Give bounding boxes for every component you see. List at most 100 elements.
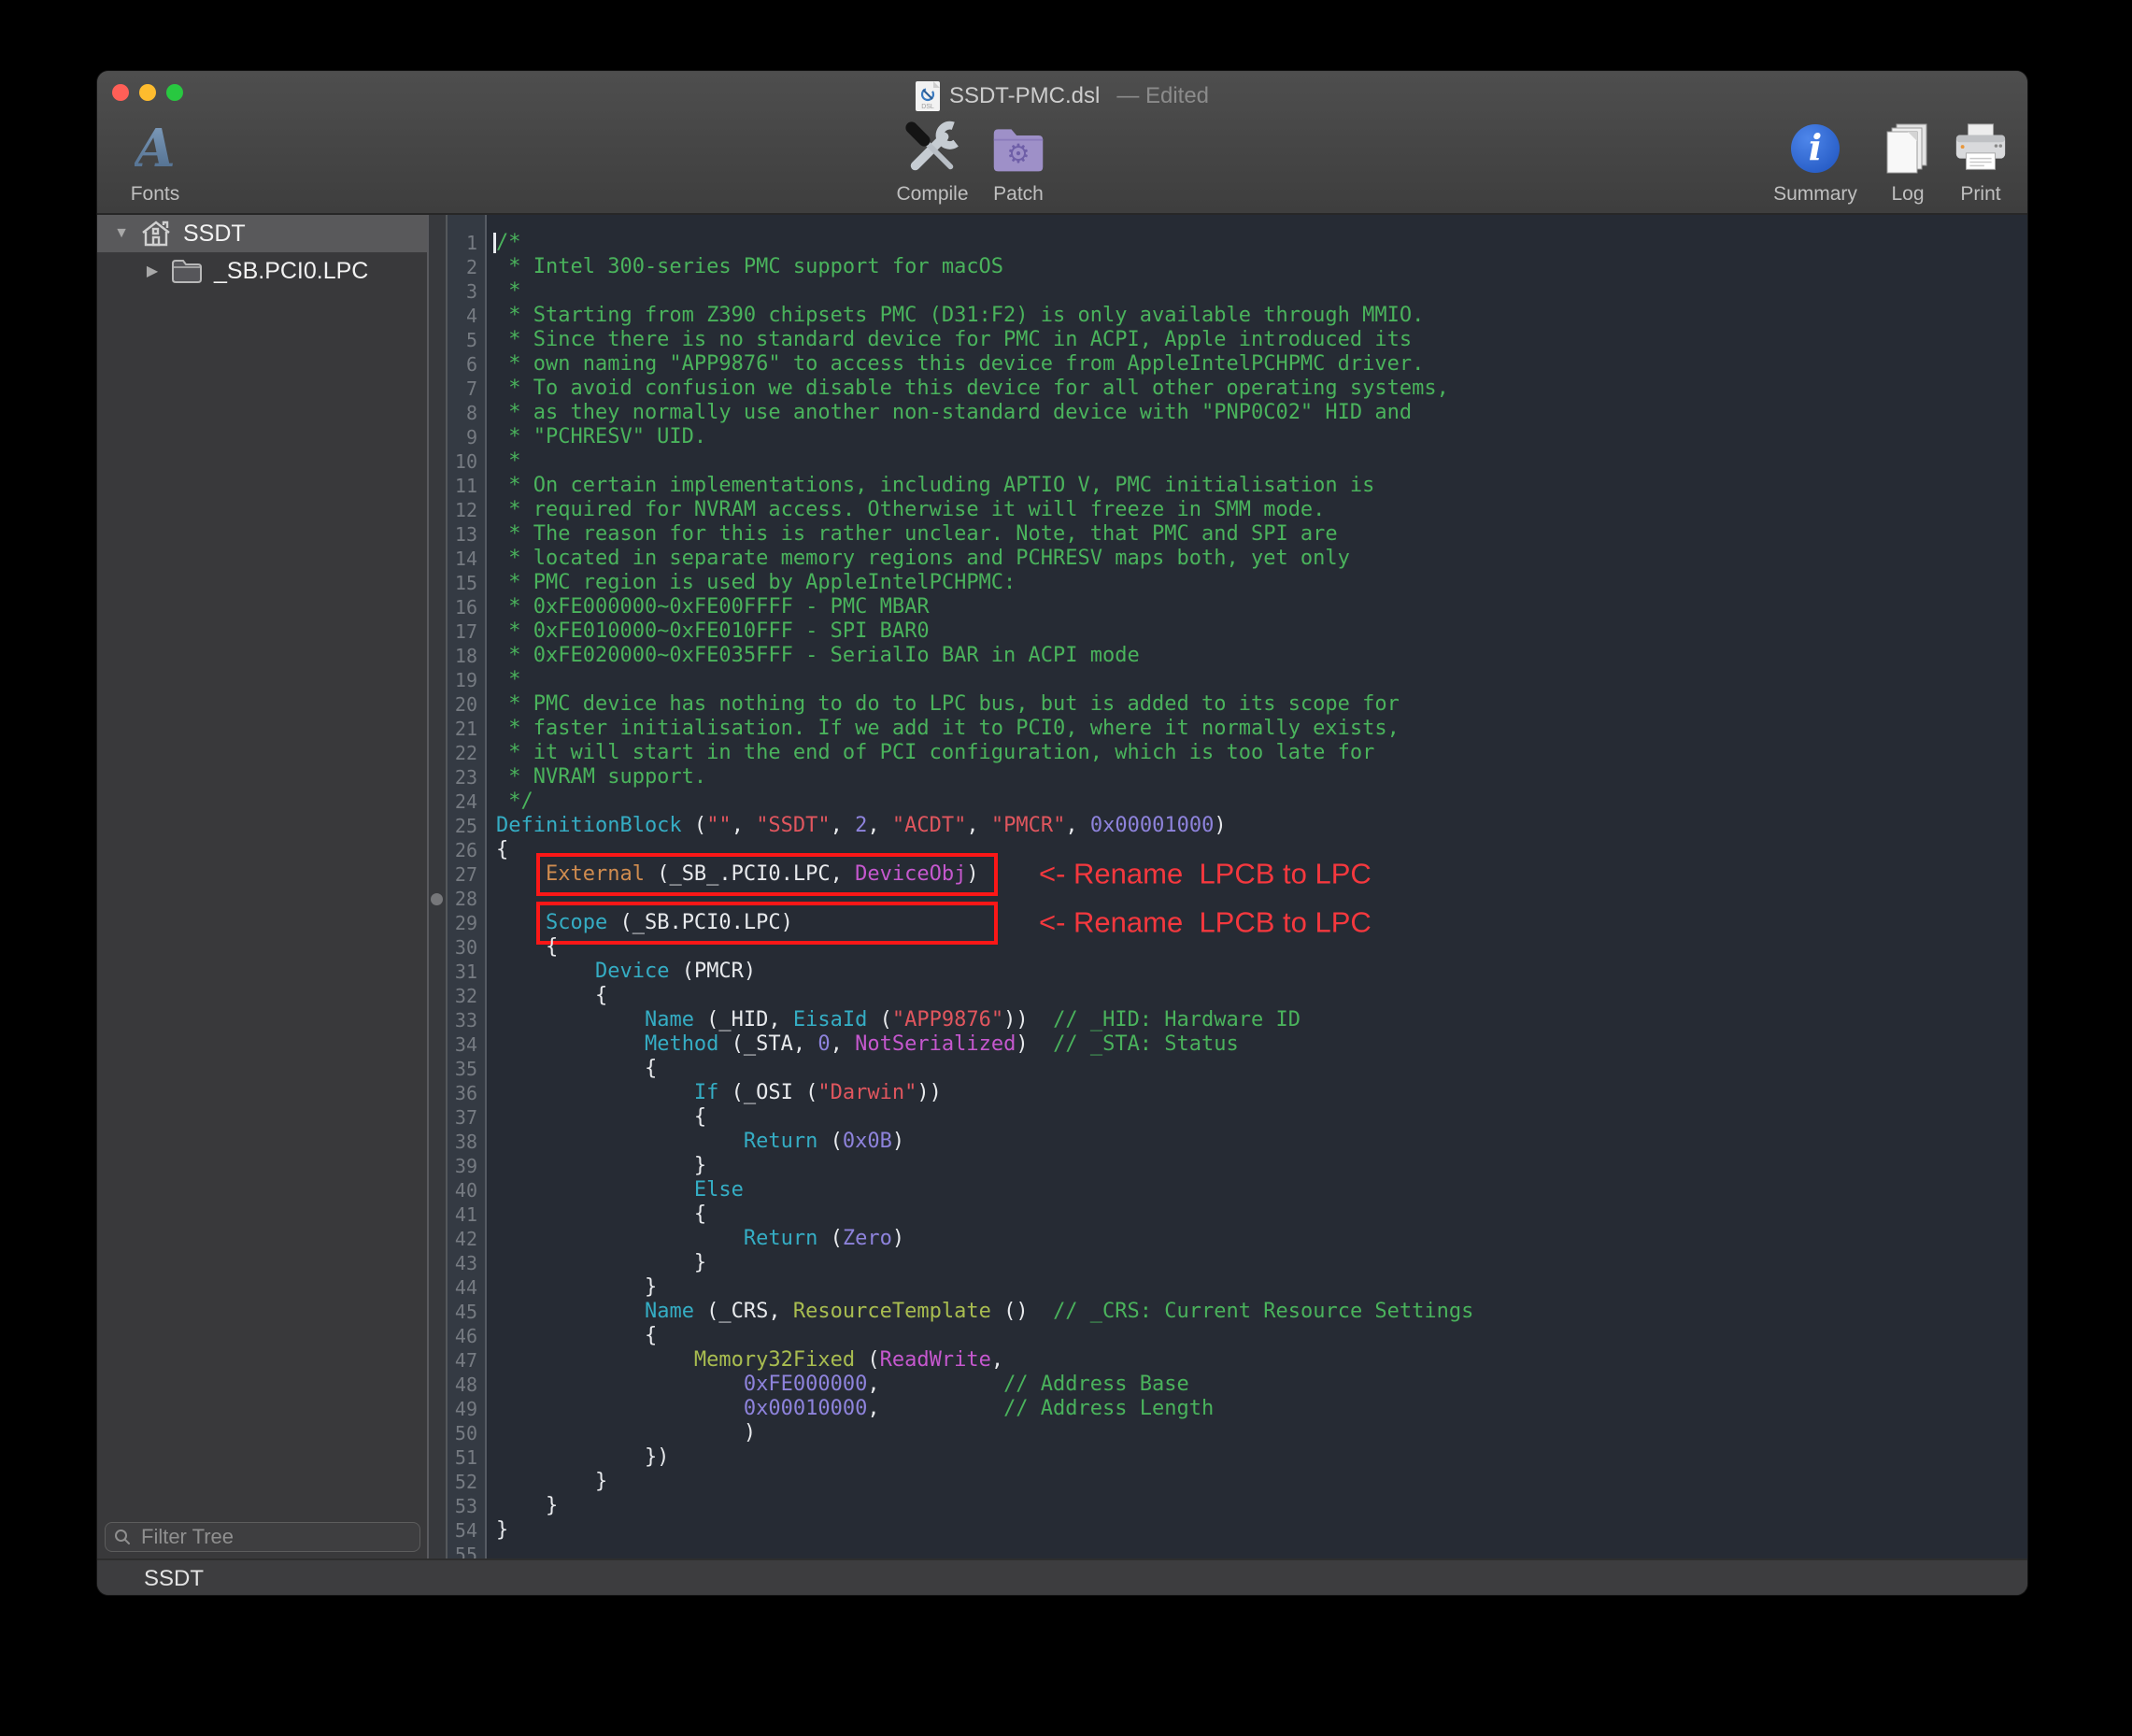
line-number: 9 <box>429 425 486 449</box>
code-line[interactable]: 39 } <box>429 1154 2027 1178</box>
zoom-button[interactable] <box>166 84 183 101</box>
code-text: * Starting from Z390 chipsets PMC (D31:F… <box>486 304 2027 328</box>
code-editor[interactable]: 1/*2 * Intel 300-series PMC support for … <box>429 215 2027 1558</box>
log-label: Log <box>1891 183 1924 206</box>
code-line[interactable]: 47 Memory32Fixed (ReadWrite, <box>429 1348 2027 1373</box>
code-line[interactable]: 40 Else <box>429 1178 2027 1202</box>
fonts-label: Fonts <box>131 183 180 206</box>
code-line[interactable]: 49 0x00010000, // Address Length <box>429 1397 2027 1421</box>
line-number: 35 <box>429 1057 486 1081</box>
code-line[interactable]: 33 Name (_HID, EisaId ("APP9876")) // _H… <box>429 1008 2027 1032</box>
code-line[interactable]: 15 * PMC region is used by AppleIntelPCH… <box>429 571 2027 595</box>
svg-text:⚙: ⚙ <box>1006 138 1030 169</box>
code-text: { <box>486 1202 2027 1227</box>
code-line[interactable]: 54} <box>429 1518 2027 1543</box>
code-line[interactable]: 25DefinitionBlock ("", "SSDT", 2, "ACDT"… <box>429 814 2027 838</box>
line-number: 10 <box>429 449 486 474</box>
code-line[interactable]: 19 * <box>429 668 2027 692</box>
code-line[interactable]: 37 { <box>429 1105 2027 1130</box>
code-line[interactable]: 22 * it will start in the end of PCI con… <box>429 741 2027 765</box>
code-text: */ <box>486 790 2027 814</box>
line-number: 38 <box>429 1130 486 1154</box>
code-line[interactable]: 46 { <box>429 1324 2027 1348</box>
code-line[interactable]: 31 Device (PMCR) <box>429 960 2027 984</box>
code-line[interactable]: 35 { <box>429 1057 2027 1081</box>
filter-field[interactable] <box>105 1522 420 1552</box>
code-line[interactable]: 4 * Starting from Z390 chipsets PMC (D31… <box>429 304 2027 328</box>
code-lines[interactable]: 1/*2 * Intel 300-series PMC support for … <box>429 215 2027 1558</box>
code-line[interactable]: 3 * <box>429 279 2027 304</box>
line-number: 43 <box>429 1251 486 1275</box>
code-text: * faster initialisation. If we add it to… <box>486 717 2027 741</box>
log-button[interactable]: Log <box>1870 118 1945 206</box>
fonts-button[interactable]: A Fonts <box>110 118 200 206</box>
code-line[interactable]: 20 * PMC device has nothing to do to LPC… <box>429 692 2027 717</box>
code-line[interactable]: 9 * "PCHRESV" UID. <box>429 425 2027 449</box>
code-line[interactable]: 5 * Since there is no standard device fo… <box>429 328 2027 352</box>
code-line[interactable]: 24 */ <box>429 790 2027 814</box>
code-line[interactable]: 44 } <box>429 1275 2027 1300</box>
line-number: 45 <box>429 1300 486 1324</box>
patch-button[interactable]: ⚙ Patch <box>972 118 1065 206</box>
code-line[interactable]: 30 { <box>429 935 2027 960</box>
code-line[interactable]: 53 } <box>429 1494 2027 1518</box>
line-number: 42 <box>429 1227 486 1251</box>
filter-input[interactable] <box>139 1524 412 1550</box>
code-line[interactable]: 18 * 0xFE020000~0xFE035FFF - SerialIo BA… <box>429 644 2027 668</box>
code-line[interactable]: 27 External (_SB_.PCI0.LPC, DeviceObj)<-… <box>429 862 2027 887</box>
code-line[interactable]: 41 { <box>429 1202 2027 1227</box>
line-number: 24 <box>429 790 486 814</box>
code-line[interactable]: 10 * <box>429 449 2027 474</box>
code-line[interactable]: 7 * To avoid confusion we disable this d… <box>429 377 2027 401</box>
code-line[interactable]: 50 ) <box>429 1421 2027 1445</box>
compile-button[interactable]: Compile <box>880 118 985 206</box>
code-text: } <box>486 1275 2027 1300</box>
print-label: Print <box>1960 183 2000 206</box>
code-line[interactable]: 32 { <box>429 984 2027 1008</box>
line-number: 17 <box>429 619 486 644</box>
code-line[interactable]: 8 * as they normally use another non-sta… <box>429 401 2027 425</box>
code-line[interactable]: 1/* <box>429 231 2027 255</box>
code-line[interactable]: 51 }) <box>429 1445 2027 1470</box>
code-line[interactable]: 42 Return (Zero) <box>429 1227 2027 1251</box>
code-line[interactable]: 17 * 0xFE010000~0xFE010FFF - SPI BAR0 <box>429 619 2027 644</box>
sidebar-item--sb-pci0-lpc[interactable]: ▶_SB.PCI0.LPC <box>97 252 427 290</box>
code-line[interactable]: 55 <box>429 1543 2027 1558</box>
code-line[interactable]: 2 * Intel 300-series PMC support for mac… <box>429 255 2027 279</box>
line-number: 52 <box>429 1470 486 1494</box>
code-line[interactable]: 23 * NVRAM support. <box>429 765 2027 790</box>
chevron-down-icon[interactable]: ▼ <box>110 225 133 242</box>
code-line[interactable]: 6 * own naming "APP9876" to access this … <box>429 352 2027 377</box>
code-text: * required for NVRAM access. Otherwise i… <box>486 498 2027 522</box>
minimize-button[interactable] <box>139 84 156 101</box>
code-line[interactable]: 34 Method (_STA, 0, NotSerialized) // _S… <box>429 1032 2027 1057</box>
code-line[interactable]: 36 If (_OSI ("Darwin")) <box>429 1081 2027 1105</box>
code-line[interactable]: 21 * faster initialisation. If we add it… <box>429 717 2027 741</box>
sidebar-item-ssdt[interactable]: ▼ SSDT <box>97 215 427 252</box>
line-number: 5 <box>429 328 486 352</box>
line-number: 48 <box>429 1373 486 1397</box>
code-text: Return (Zero) <box>486 1227 2027 1251</box>
code-line[interactable]: 45 Name (_CRS, ResourceTemplate () // _C… <box>429 1300 2027 1324</box>
code-line[interactable]: 13 * The reason for this is rather uncle… <box>429 522 2027 547</box>
line-number: 50 <box>429 1421 486 1445</box>
line-number: 2 <box>429 255 486 279</box>
close-button[interactable] <box>112 84 129 101</box>
code-line[interactable]: 43 } <box>429 1251 2027 1275</box>
chevron-right-icon[interactable]: ▶ <box>141 262 163 280</box>
code-line[interactable]: 11 * On certain implementations, includi… <box>429 474 2027 498</box>
code-line[interactable]: 48 0xFE000000, // Address Base <box>429 1373 2027 1397</box>
code-line[interactable]: 14 * located in separate memory regions … <box>429 547 2027 571</box>
code-line[interactable]: 29 Scope (_SB.PCI0.LPC)<- Rename LPCB to… <box>429 911 2027 935</box>
line-number: 47 <box>429 1348 486 1373</box>
tree-item-label: SSDT <box>183 221 246 248</box>
code-line[interactable]: 38 Return (0x0B) <box>429 1130 2027 1154</box>
code-text: Name (_CRS, ResourceTemplate () // _CRS:… <box>486 1300 2027 1324</box>
code-line[interactable]: 16 * 0xFE000000~0xFE00FFFF - PMC MBAR <box>429 595 2027 619</box>
code-line[interactable]: 12 * required for NVRAM access. Otherwis… <box>429 498 2027 522</box>
summary-button[interactable]: i Summary <box>1764 118 1867 206</box>
print-button[interactable]: Print <box>1939 118 2023 206</box>
code-text: } <box>486 1518 2027 1543</box>
code-line[interactable]: 52 } <box>429 1470 2027 1494</box>
status-text: SSDT <box>144 1566 204 1592</box>
